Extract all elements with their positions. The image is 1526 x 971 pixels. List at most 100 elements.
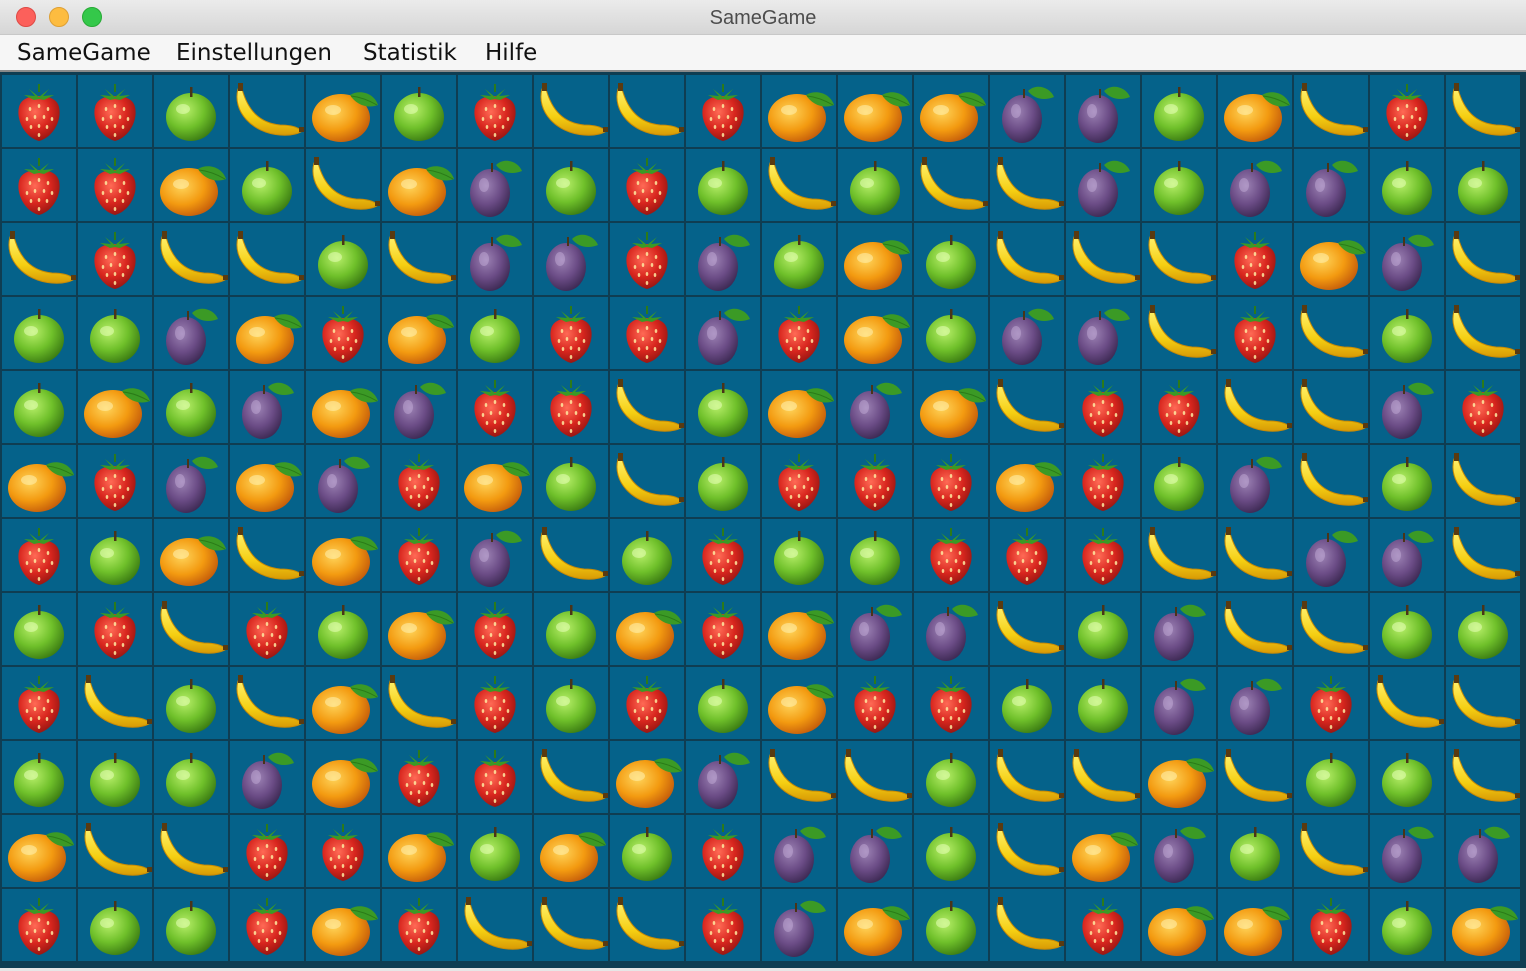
board-cell-apple[interactable] bbox=[154, 371, 228, 443]
board-cell-orange[interactable] bbox=[230, 445, 304, 517]
board-cell-strawberry[interactable] bbox=[78, 75, 152, 147]
board-cell-banana[interactable] bbox=[990, 889, 1064, 961]
board-cell-orange[interactable] bbox=[762, 593, 836, 665]
board-cell-plum[interactable] bbox=[990, 75, 1064, 147]
board-cell-strawberry[interactable] bbox=[458, 75, 532, 147]
menu-samegame[interactable]: SameGame bbox=[17, 40, 151, 66]
board-cell-orange[interactable] bbox=[458, 445, 532, 517]
board-cell-banana[interactable] bbox=[230, 667, 304, 739]
board-cell-banana[interactable] bbox=[1218, 519, 1292, 591]
board-cell-plum[interactable] bbox=[230, 741, 304, 813]
board-cell-orange[interactable] bbox=[838, 223, 912, 295]
board-cell-apple[interactable] bbox=[686, 371, 760, 443]
board-cell-banana[interactable] bbox=[990, 741, 1064, 813]
board-cell-apple[interactable] bbox=[1066, 593, 1140, 665]
board-cell-plum[interactable] bbox=[154, 297, 228, 369]
board-cell-banana[interactable] bbox=[610, 889, 684, 961]
board-cell-strawberry[interactable] bbox=[686, 815, 760, 887]
board-cell-banana[interactable] bbox=[230, 223, 304, 295]
board-cell-apple[interactable] bbox=[838, 519, 912, 591]
board-cell-strawberry[interactable] bbox=[306, 815, 380, 887]
board-cell-plum[interactable] bbox=[154, 445, 228, 517]
board-cell-strawberry[interactable] bbox=[534, 371, 608, 443]
board-cell-banana[interactable] bbox=[914, 149, 988, 221]
board-cell-orange[interactable] bbox=[610, 593, 684, 665]
board-cell-strawberry[interactable] bbox=[306, 297, 380, 369]
board-cell-orange[interactable] bbox=[762, 75, 836, 147]
board-cell-strawberry[interactable] bbox=[458, 371, 532, 443]
board-cell-apple[interactable] bbox=[1370, 445, 1444, 517]
board-cell-strawberry[interactable] bbox=[382, 445, 456, 517]
board-cell-banana[interactable] bbox=[382, 223, 456, 295]
board-cell-plum[interactable] bbox=[534, 223, 608, 295]
board-cell-plum[interactable] bbox=[1142, 667, 1216, 739]
board-cell-plum[interactable] bbox=[838, 371, 912, 443]
board-cell-apple[interactable] bbox=[2, 741, 76, 813]
board-cell-apple[interactable] bbox=[534, 149, 608, 221]
board-cell-plum[interactable] bbox=[1218, 445, 1292, 517]
board-cell-plum[interactable] bbox=[458, 223, 532, 295]
board-cell-strawberry[interactable] bbox=[990, 519, 1064, 591]
board-cell-strawberry[interactable] bbox=[610, 667, 684, 739]
board-cell-banana[interactable] bbox=[1294, 815, 1368, 887]
board-cell-apple[interactable] bbox=[610, 519, 684, 591]
board-cell-apple[interactable] bbox=[990, 667, 1064, 739]
board-cell-banana[interactable] bbox=[154, 593, 228, 665]
board-cell-apple[interactable] bbox=[534, 667, 608, 739]
menu-hilfe[interactable]: Hilfe bbox=[485, 40, 537, 66]
board-cell-apple[interactable] bbox=[914, 223, 988, 295]
board-cell-plum[interactable] bbox=[306, 445, 380, 517]
board-cell-orange[interactable] bbox=[762, 371, 836, 443]
board-cell-strawberry[interactable] bbox=[686, 519, 760, 591]
board-cell-plum[interactable] bbox=[1370, 371, 1444, 443]
board-cell-orange[interactable] bbox=[382, 593, 456, 665]
board-cell-plum[interactable] bbox=[1066, 297, 1140, 369]
board-cell-banana[interactable] bbox=[1294, 593, 1368, 665]
board-cell-banana[interactable] bbox=[534, 889, 608, 961]
board-cell-apple[interactable] bbox=[914, 815, 988, 887]
board-cell-apple[interactable] bbox=[1066, 667, 1140, 739]
board-cell-apple[interactable] bbox=[1370, 297, 1444, 369]
board-cell-strawberry[interactable] bbox=[610, 297, 684, 369]
board-cell-banana[interactable] bbox=[154, 815, 228, 887]
board-cell-banana[interactable] bbox=[762, 149, 836, 221]
board-cell-apple[interactable] bbox=[458, 815, 532, 887]
board-cell-orange[interactable] bbox=[838, 75, 912, 147]
board-cell-strawberry[interactable] bbox=[1066, 889, 1140, 961]
board-cell-orange[interactable] bbox=[306, 371, 380, 443]
board-cell-strawberry[interactable] bbox=[762, 297, 836, 369]
board-cell-apple[interactable] bbox=[1142, 149, 1216, 221]
menu-einstellungen[interactable]: Einstellungen bbox=[176, 40, 332, 66]
board-cell-strawberry[interactable] bbox=[914, 445, 988, 517]
board-cell-orange[interactable] bbox=[534, 815, 608, 887]
board-cell-strawberry[interactable] bbox=[914, 667, 988, 739]
board-cell-strawberry[interactable] bbox=[1142, 371, 1216, 443]
board-cell-orange[interactable] bbox=[1142, 889, 1216, 961]
board-cell-banana[interactable] bbox=[230, 519, 304, 591]
board-cell-banana[interactable] bbox=[1446, 667, 1520, 739]
board-cell-apple[interactable] bbox=[458, 297, 532, 369]
board-cell-plum[interactable] bbox=[1142, 815, 1216, 887]
board-cell-plum[interactable] bbox=[838, 593, 912, 665]
board-cell-strawberry[interactable] bbox=[382, 889, 456, 961]
board-cell-banana[interactable] bbox=[762, 741, 836, 813]
board-cell-plum[interactable] bbox=[686, 223, 760, 295]
board-cell-banana[interactable] bbox=[458, 889, 532, 961]
board-cell-banana[interactable] bbox=[1294, 371, 1368, 443]
board-cell-apple[interactable] bbox=[686, 667, 760, 739]
board-cell-strawberry[interactable] bbox=[458, 741, 532, 813]
board-cell-plum[interactable] bbox=[230, 371, 304, 443]
board-cell-orange[interactable] bbox=[1142, 741, 1216, 813]
board-cell-plum[interactable] bbox=[1294, 519, 1368, 591]
board-cell-strawberry[interactable] bbox=[2, 889, 76, 961]
board-cell-orange[interactable] bbox=[1218, 75, 1292, 147]
board-cell-strawberry[interactable] bbox=[78, 149, 152, 221]
board-cell-banana[interactable] bbox=[306, 149, 380, 221]
board-cell-apple[interactable] bbox=[1142, 445, 1216, 517]
board-cell-banana[interactable] bbox=[1294, 297, 1368, 369]
board-cell-apple[interactable] bbox=[610, 815, 684, 887]
board-cell-plum[interactable] bbox=[762, 889, 836, 961]
board-cell-strawberry[interactable] bbox=[1294, 889, 1368, 961]
board-cell-apple[interactable] bbox=[78, 297, 152, 369]
board-cell-banana[interactable] bbox=[1142, 519, 1216, 591]
